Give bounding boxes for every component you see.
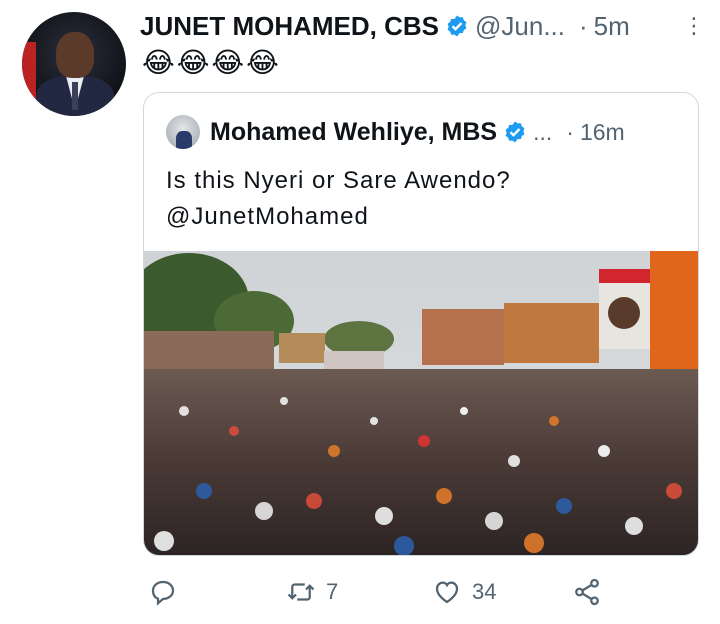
author-avatar[interactable] [22, 12, 126, 116]
quoted-author-name: Mohamed Wehliye, MBS [210, 117, 498, 146]
quoted-text-mention[interactable]: @JunetMohamed [166, 199, 511, 235]
quoted-tweet-card[interactable]: Mohamed Wehliye, MBS ... · 16m Is this N… [143, 92, 699, 556]
quoted-tweet-header: Mohamed Wehliye, MBS ... · 16m [166, 115, 686, 149]
avatar-tie [72, 82, 78, 110]
quoted-author-handle: ... [533, 118, 553, 145]
tweet-timestamp[interactable]: 5m [594, 11, 630, 42]
retweet-button[interactable]: 7 [286, 570, 338, 614]
share-button[interactable] [572, 570, 602, 614]
quoted-author-avatar [166, 115, 200, 149]
rally-crowd-photo[interactable] [144, 251, 698, 555]
like-count: 34 [472, 579, 497, 604]
like-button[interactable]: 34 [432, 570, 496, 614]
quoted-separator-dot: · [566, 118, 574, 145]
retweet-count: 7 [326, 579, 339, 604]
quoted-timestamp: 16m [579, 118, 625, 145]
avatar-head [56, 32, 94, 78]
tweet-text: 😂😂😂😂 [142, 47, 281, 78]
more-options-icon[interactable]: ⋮ [682, 14, 706, 38]
avatar-flag [22, 42, 36, 102]
tweet-actions-bar: 7 34 [140, 570, 700, 614]
tweet-header: JUNET MOHAMED, CBS @Jun... · 5m ⋮ [140, 6, 706, 46]
author-name[interactable]: JUNET MOHAMED, CBS [140, 11, 439, 42]
heart-icon [435, 581, 459, 604]
share-icon [575, 578, 599, 606]
retweet-icon [287, 583, 315, 601]
separator-dot: · [579, 10, 588, 41]
quoted-text-line: Is this Nyeri or Sare Awendo? [166, 167, 511, 194]
reply-button[interactable] [148, 570, 188, 614]
verified-badge-icon [505, 121, 525, 143]
verified-badge-icon [447, 15, 467, 37]
quoted-tweet-text: Is this Nyeri or Sare Awendo? @JunetMoha… [166, 163, 511, 235]
reply-icon [151, 580, 175, 606]
author-handle[interactable]: @Jun... [475, 11, 565, 42]
